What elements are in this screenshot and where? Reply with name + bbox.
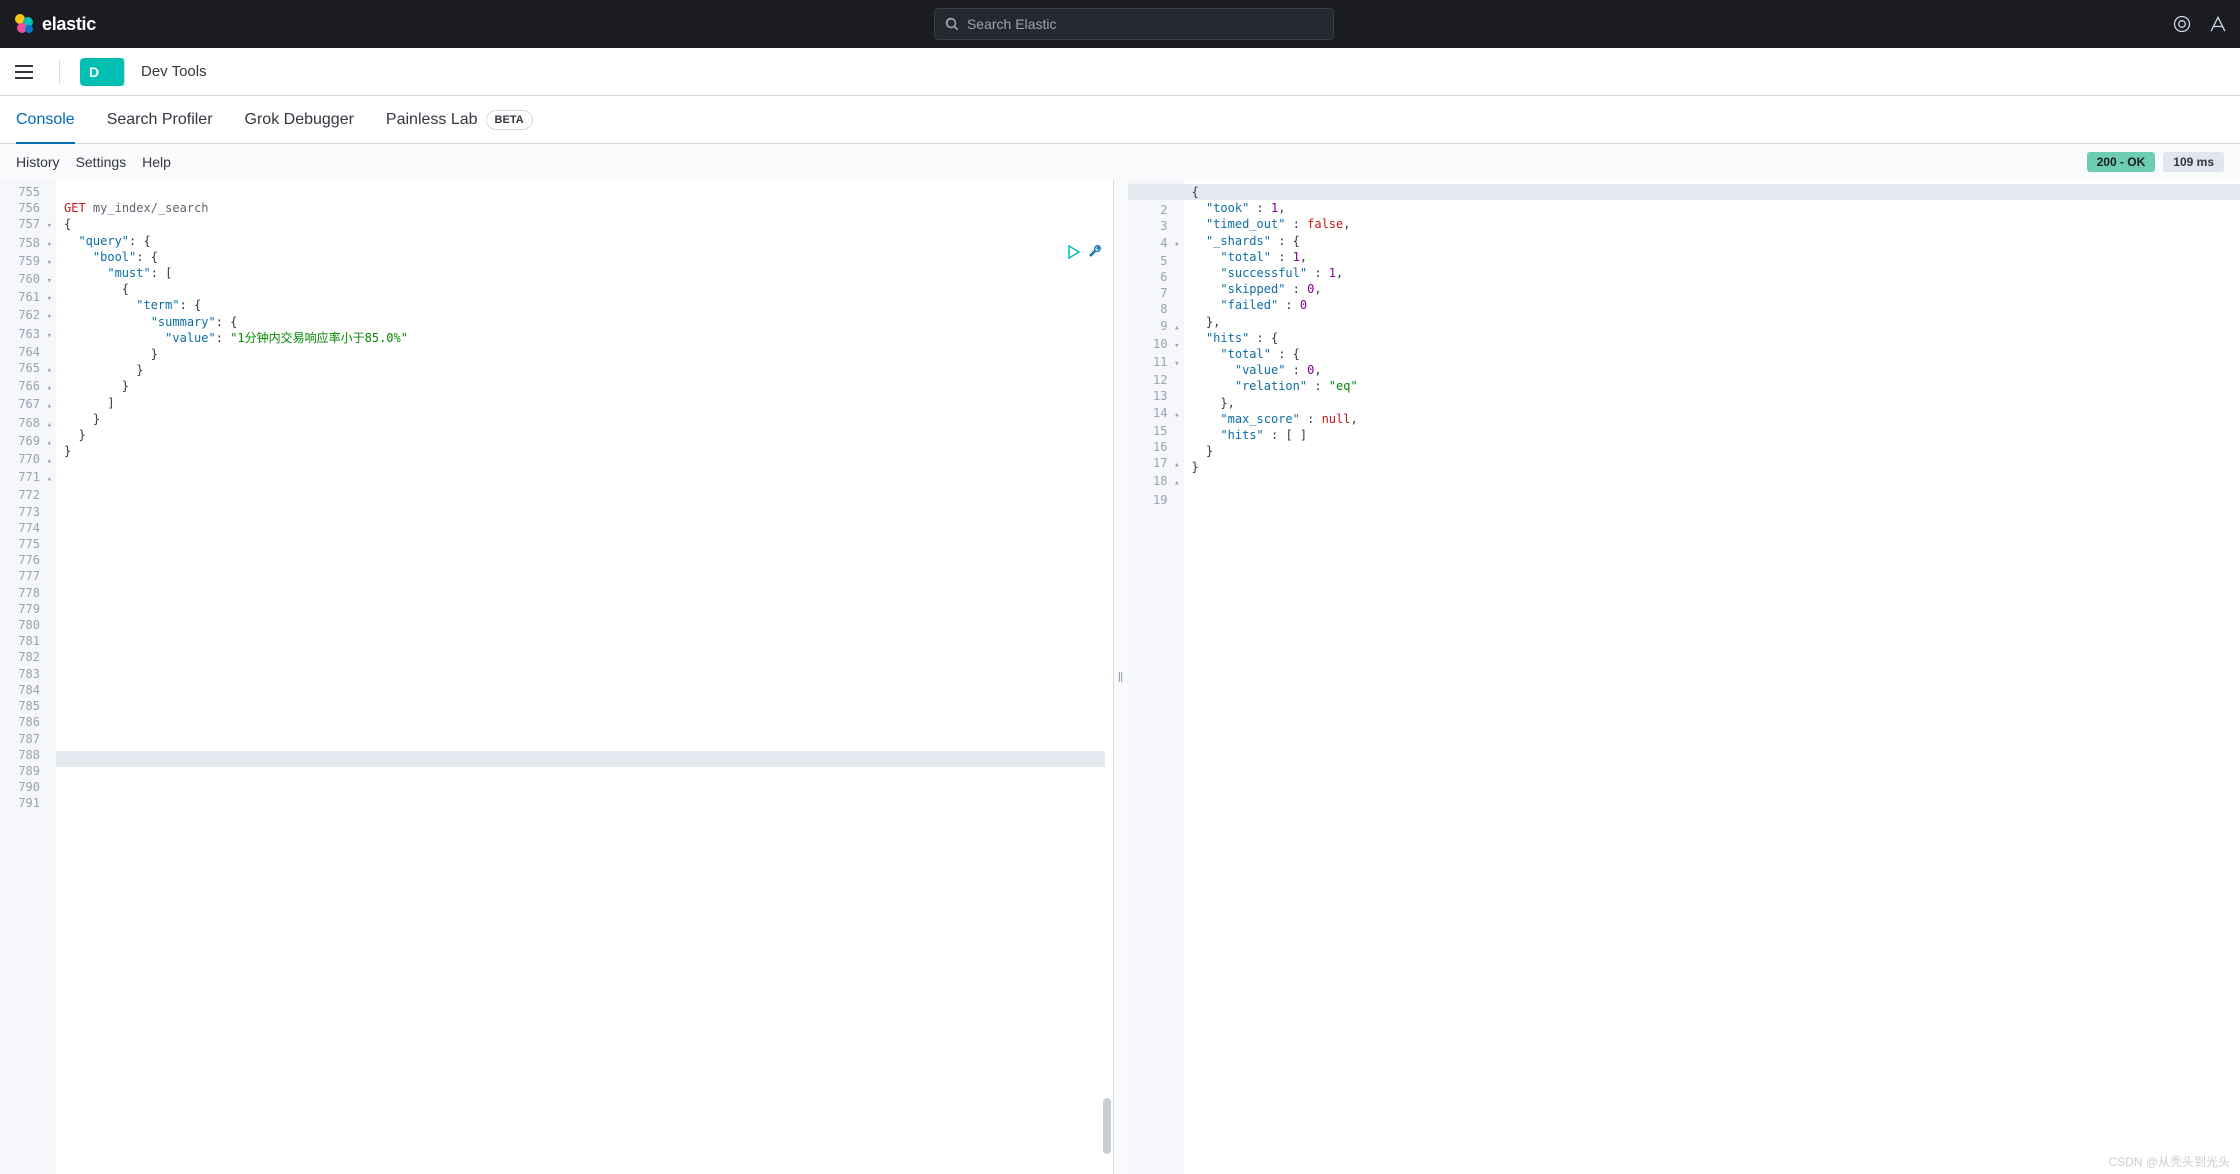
request-editor[interactable]: GET my_index/_search{ "query": { "bool":… (56, 180, 1113, 1174)
newsfeed-icon[interactable] (2172, 14, 2192, 34)
beta-badge: BETA (486, 110, 533, 130)
help-icon[interactable] (2208, 14, 2228, 34)
search-icon (945, 17, 959, 31)
request-actions (1065, 244, 1103, 260)
elastic-logo[interactable]: elastic (12, 12, 96, 36)
tab-painless-lab[interactable]: Painless Lab BETA (386, 96, 533, 143)
request-pane[interactable]: 755756757▾758▾759▾760▾761▾762▾763▾764765… (0, 180, 1114, 1174)
scrollbar-thumb[interactable] (1103, 1098, 1111, 1154)
search-wrap: Search Elastic (96, 8, 2172, 40)
tabs-bar: Console Search Profiler Grok Debugger Pa… (0, 96, 2240, 144)
header-left: elastic (12, 12, 96, 36)
tab-console[interactable]: Console (16, 96, 75, 143)
space-selector[interactable]: D (80, 58, 125, 86)
elastic-cluster-icon (12, 12, 36, 36)
global-search[interactable]: Search Elastic (934, 8, 1334, 40)
request-scrollbar[interactable] (1103, 180, 1111, 1174)
divider-handle-icon: ‖ (1118, 669, 1124, 685)
toolbar-right: 200 - OK 109 ms (2087, 152, 2224, 172)
response-status-badge: 200 - OK (2087, 152, 2156, 172)
play-icon[interactable] (1065, 244, 1081, 260)
app-header: elastic Search Elastic (0, 0, 2240, 48)
response-viewer: { "took" : 1, "timed_out" : false, "_sha… (1184, 180, 2240, 1174)
tab-grok-debugger[interactable]: Grok Debugger (245, 96, 354, 143)
tab-search-profiler[interactable]: Search Profiler (107, 96, 213, 143)
toolbar-left: History Settings Help (16, 154, 171, 170)
history-link[interactable]: History (16, 154, 60, 170)
tab-painless-label: Painless Lab (386, 111, 478, 129)
console-toolbar: History Settings Help 200 - OK 109 ms (0, 144, 2240, 180)
header-right (2172, 14, 2228, 34)
request-gutter: 755756757▾758▾759▾760▾761▾762▾763▾764765… (0, 180, 56, 1174)
response-time-badge: 109 ms (2163, 152, 2224, 172)
breadcrumb-bar: D Dev Tools (0, 48, 2240, 96)
logo-text: elastic (42, 14, 96, 35)
response-pane[interactable]: 1▾234▾56789▴10▾11▾121314▴151617▴18▴19 { … (1128, 180, 2240, 1174)
editor-area: 755756757▾758▾759▾760▾761▾762▾763▾764765… (0, 180, 2240, 1174)
nav-toggle-button[interactable] (12, 60, 60, 84)
search-placeholder: Search Elastic (967, 16, 1056, 32)
settings-link[interactable]: Settings (76, 154, 127, 170)
help-link[interactable]: Help (142, 154, 171, 170)
response-gutter: 1▾234▾56789▴10▾11▾121314▴151617▴18▴19 (1128, 180, 1184, 1174)
pane-divider[interactable]: ‖ (1114, 180, 1128, 1174)
watermark: CSDN @从秃头到光头 (2108, 1153, 2230, 1170)
breadcrumb-page: Dev Tools (141, 63, 207, 80)
wrench-icon[interactable] (1087, 244, 1103, 260)
